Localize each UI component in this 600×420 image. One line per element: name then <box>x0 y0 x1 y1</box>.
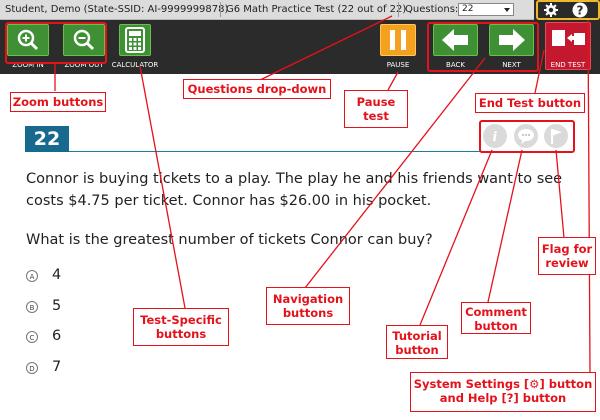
top-bar: Student, Demo (State-SSID: AI-9999999878… <box>0 0 600 20</box>
zoom-highlight <box>5 22 107 64</box>
chevron-down-icon <box>504 8 510 12</box>
choice-bubble[interactable]: B <box>26 301 38 313</box>
navigation-highlight <box>427 22 539 72</box>
choice-value: 4 <box>52 267 62 283</box>
choice-bubble[interactable]: A <box>26 270 38 282</box>
navigation-callout: Navigation buttons <box>266 287 350 325</box>
flag-callout: Flag for review <box>538 237 596 275</box>
question-text: Connor is buying tickets to a play. The … <box>26 171 563 209</box>
calculator-icon <box>125 27 145 53</box>
zoom-callout: Zoom buttons <box>10 92 106 112</box>
pause-icon <box>390 30 406 50</box>
choice-value: 6 <box>52 328 62 344</box>
answer-choice-b[interactable]: B 5 <box>26 298 106 317</box>
system-callout: System Settings [⚙] button and Help [?] … <box>410 372 596 412</box>
tutorial-callout: Tutorial button <box>386 325 448 359</box>
choice-value: 7 <box>52 359 62 375</box>
divider <box>398 2 399 17</box>
questions-callout: Questions drop-down <box>183 79 331 99</box>
pause-callout: Pause test <box>344 90 408 128</box>
calculator-button[interactable] <box>119 24 151 56</box>
answer-choice-c[interactable]: C 6 <box>26 328 106 347</box>
pause-button[interactable] <box>380 24 416 56</box>
end-test-icon <box>552 30 585 46</box>
student-info: Student, Demo (State-SSID: AI-9999999878… <box>5 4 229 15</box>
question-prompt: What is the greatest number of tickets C… <box>26 232 433 248</box>
questions-label: Questions: <box>405 4 459 15</box>
answer-choice-d[interactable]: D 7 <box>26 359 106 378</box>
calculator-label: CALCULATOR <box>111 61 159 69</box>
choice-value: 5 <box>52 298 62 314</box>
answer-choice-a[interactable]: A 4 <box>26 267 106 286</box>
choice-bubble[interactable]: D <box>26 362 38 374</box>
divider <box>220 2 221 17</box>
pause-label: PAUSE <box>386 61 410 69</box>
questions-dropdown[interactable]: 22 <box>458 3 514 16</box>
end-test-callout: End Test button <box>475 93 585 113</box>
comment-callout: Comment button <box>461 302 531 334</box>
end-test-label: END TEST <box>550 61 586 69</box>
test-name: G6 Math Practice Test (22 out of 22) <box>226 4 407 15</box>
question-tools-highlight <box>479 120 575 153</box>
questions-dropdown-value: 22 <box>462 4 474 14</box>
choice-bubble[interactable]: C <box>26 331 38 343</box>
test-specific-callout: Test-Specific buttons <box>133 308 229 346</box>
question-number: 22 <box>25 126 69 152</box>
system-highlight <box>536 0 600 20</box>
